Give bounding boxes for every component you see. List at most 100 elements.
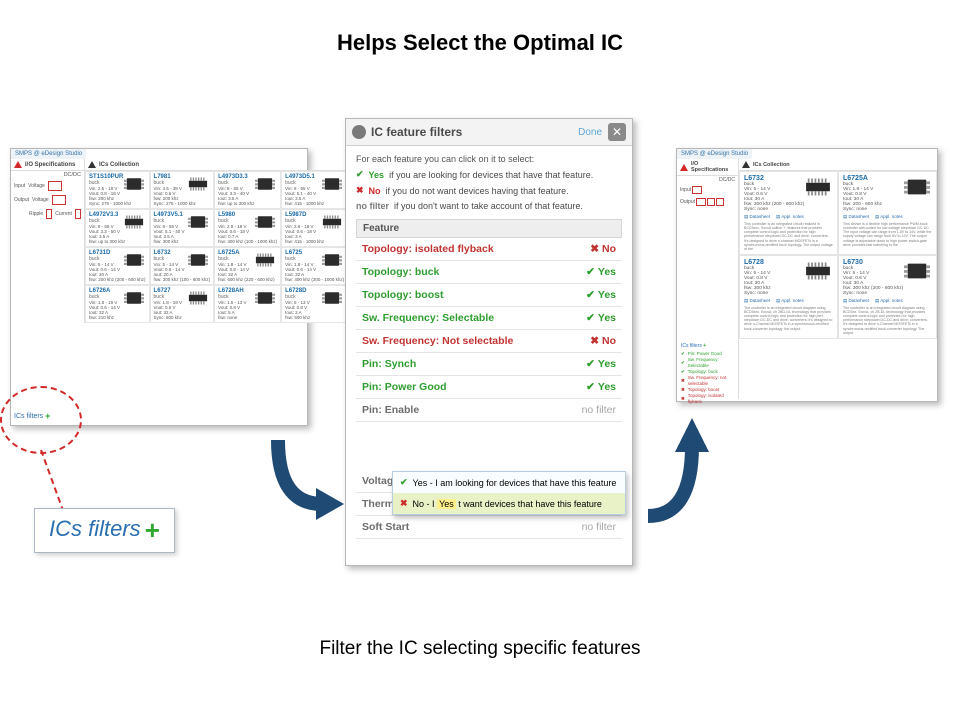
feature-name: Pin: Power Good [362,381,447,393]
check-icon: ✔ [400,477,408,488]
feature-row[interactable]: Pin: Enableno filter [356,399,622,422]
feature-name: Soft Start [362,521,409,533]
legend-item: ✖Sw. Frequency: not selectable [681,375,738,387]
ic-card[interactable]: L5987DbuckVin: 2.9 - 18 VVout: 0.6 - 18 … [281,209,348,247]
input-voltage-field[interactable] [692,186,702,194]
ripple-field[interactable] [707,198,715,206]
legend-yes: ✔ Yes if you are looking for devices tha… [356,169,622,180]
output-voltage-field[interactable] [696,198,706,206]
ic-card[interactable]: L4973D5.1buckVin: 8 - 55 VVout: 5.1 - 40… [281,171,348,209]
cross-icon: ✖ [590,243,599,255]
chip-icon [319,250,345,270]
ic-card[interactable]: L6730buckVin: 5 - 14 VVout: 0.6 VIout: 3… [838,255,937,339]
ic-card[interactable]: L7981buckVin: 4.5 - 38 VVout: 0.6 Vfsw: … [150,171,215,209]
ic-card[interactable]: ST1S10PURbuckVin: 2.5 - 18 VVout: 0.8 - … [85,171,150,209]
ic-card[interactable]: L4973V5.1buckVin: 8 - 55 VVout: 5.1 - 40… [150,209,215,247]
ic-card[interactable]: L6728buckVin: 5 - 14 VVout: 0.8 VIout: 3… [739,255,838,339]
feature-row[interactable]: Topology: buck✔ Yes [356,261,622,284]
close-button[interactable]: ✕ [608,123,626,141]
output-row: Output [677,196,738,208]
filters-legend: ICs filters + ✔Pin: Power Good✔Sw. Frequ… [681,343,738,405]
ic-card[interactable]: L6725AbuckVin: 1.8 - 14 VVout: 0.8 VIout… [838,171,937,255]
feature-name: Topology: buck [362,266,439,278]
ics-collection-header: ICs Collection [85,159,348,171]
plus-icon: + [145,515,160,545]
feature-name: Topology: isolated flyback [362,243,494,255]
chip-icon [185,288,211,308]
check-icon: ✔ [586,358,595,370]
ics-filters-callout: ICs filters+ [34,508,175,553]
ic-card[interactable]: L6727buckVin: 1.8 - 19 VVout: 0.6 VIout:… [150,285,215,323]
chip-icon [121,212,147,232]
collection-icon [88,161,96,168]
chip-icon [319,174,345,194]
cross-icon: ✖ [356,185,364,196]
ics-collection-header: ICs Collection [739,159,937,171]
ic-card[interactable]: L6725AbuckVin: 1.8 - 14 VVout: 0.8 - 14 … [214,247,281,285]
datasheet-link[interactable]: ▤ Datasheet [744,298,770,304]
feature-row[interactable]: Sw. Frequency: Not selectable✖ No [356,330,622,353]
feature-name: Topology: boost [362,289,443,301]
feature-row[interactable]: Pin: Power Good✔ Yes [356,376,622,399]
datasheet-link[interactable]: ▤ Datasheet [843,298,869,304]
popover-option-yes[interactable]: ✔ Yes - I am looking for devices that ha… [393,472,625,493]
chip-icon [252,174,278,194]
appnotes-link[interactable]: ▤ Appl. notes [776,214,804,220]
warning-icon [680,164,688,171]
plus-icon: + [703,343,706,349]
chip-icon [319,212,345,232]
appnotes-link[interactable]: ▤ Appl. notes [875,214,903,220]
chip-icon [900,258,934,284]
close-icon: ✕ [612,125,622,139]
datasheet-link[interactable]: ▤ Datasheet [744,214,770,220]
legend-item: ✔Sw. Frequency: Selectable [681,357,738,369]
feature-row[interactable]: Sw. Frequency: Selectable✔ Yes [356,307,622,330]
ic-card[interactable]: L6732buckVin: 5 - 14 VVout: 0.6 - 14 VIo… [150,247,215,285]
input-row: Input Voltage [11,179,84,193]
check-icon: ✔ [586,266,595,278]
panel-ic-collection-after: SMPS @ eDesign Studio I/O Specifications… [676,148,938,402]
ic-card[interactable]: L5980buckVin: 2.9 - 18 VVout: 0.6 - 18 V… [214,209,281,247]
datasheet-link[interactable]: ▤ Datasheet [843,214,869,220]
chip-icon [319,288,345,308]
dialog-header: IC feature filters Done ✕ [346,119,632,146]
ic-card[interactable]: L6726AbuckVin: 1.8 - 19 VVout: 0.6 - 14 … [85,285,150,323]
ic-card[interactable]: L4972V3.3buckVin: 8 - 55 VVout: 3.3 - 50… [85,209,150,247]
io-spec-header: I/O Specifications [677,159,738,176]
cross-icon: ✖ [400,498,408,509]
ripple-field[interactable] [46,209,52,219]
feature-row[interactable]: Topology: isolated flyback✖ No [356,238,622,261]
current-field[interactable] [716,198,724,206]
ic-card[interactable]: L6731DbuckVin: 5 - 14 VVout: 0.6 - 14 VI… [85,247,150,285]
filter-popover: ✔ Yes - I am looking for devices that ha… [392,471,626,515]
ic-card[interactable]: L6725buckVin: 1.8 - 14 VVout: 0.6 - 14 V… [281,247,348,285]
arrow-left-to-center [262,434,348,534]
highlight-circle [0,386,82,454]
feature-name: Sw. Frequency: Selectable [362,312,494,324]
appnotes-link[interactable]: ▤ Appl. notes [776,298,804,304]
feature-row[interactable]: Topology: boost✔ Yes [356,284,622,307]
output-row2: Ripple Current [11,207,84,221]
dialog-title: IC feature filters [371,125,462,139]
output-voltage-field[interactable] [52,195,66,205]
ic-card[interactable]: L6732buckVin: 5 - 14 VVout: 0.6 VIout: 3… [739,171,838,255]
window-tabs: SMPS @ eDesign Studio [11,149,307,159]
chip-icon [121,174,147,194]
gear-icon [352,125,366,139]
ic-card[interactable]: L6728AHbuckVin: 1.5 - 13 VVout: 0.8 VIou… [214,285,281,323]
ic-card[interactable]: L4973D3.3buckVin: 8 - 55 VVout: 3.3 - 40… [214,171,281,209]
done-button[interactable]: Done [578,127,602,138]
chip-icon [121,250,147,270]
popover-option-no[interactable]: ✖ No - I Yes t want devices that have th… [393,493,625,514]
ic-feature-filters-dialog: IC feature filters Done ✕ For each featu… [345,118,633,566]
ic-card[interactable]: L6728DbuckVin: 5 - 13 VVout: 0.8 VIout: … [281,285,348,323]
app-title: SMPS @ eDesign Studio [11,149,86,159]
input-voltage-field[interactable] [48,181,62,191]
feature-row[interactable]: Pin: Synch✔ Yes [356,353,622,376]
current-field[interactable] [75,209,81,219]
check-icon: ✔ [586,312,595,324]
dcdc-label: DC/DC [11,171,84,179]
appnotes-link[interactable]: ▤ Appl. notes [875,298,903,304]
arrow-center-to-right [636,406,722,526]
feature-row[interactable]: Soft Startno filter [356,516,622,539]
